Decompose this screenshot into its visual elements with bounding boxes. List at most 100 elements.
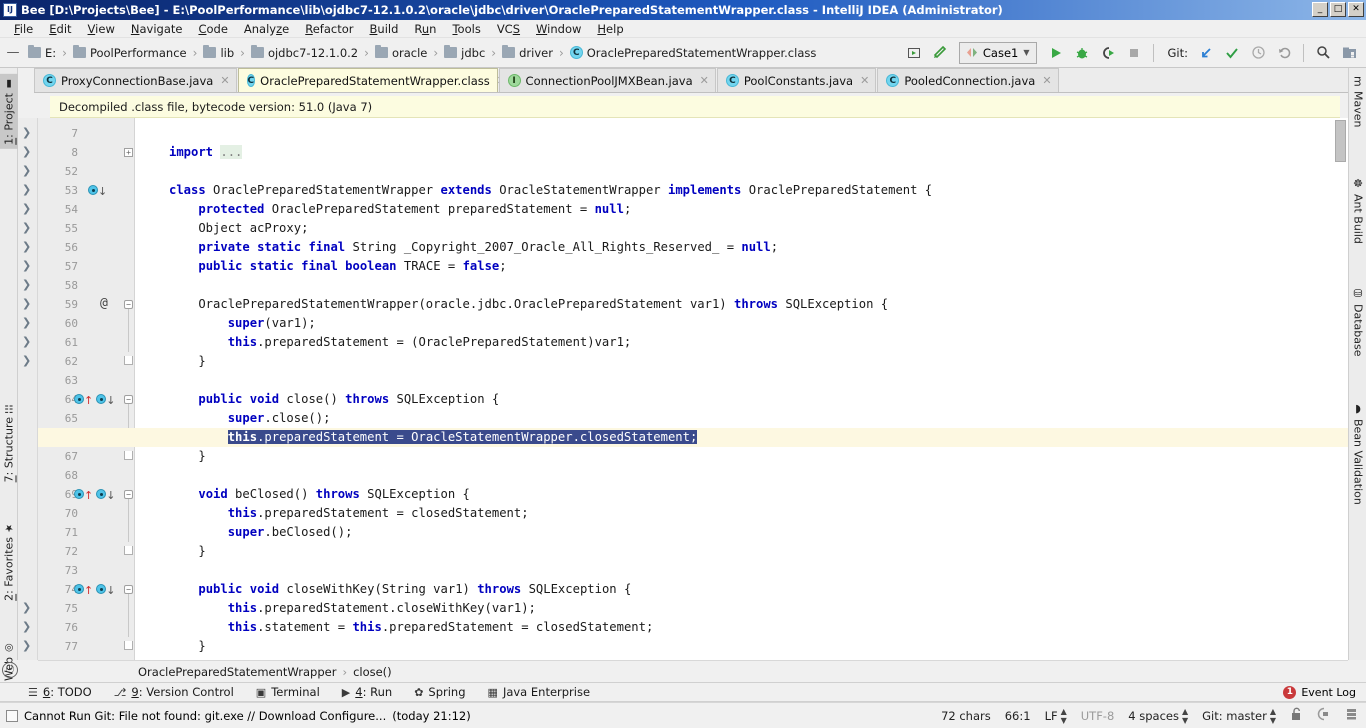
build-hammer-icon[interactable] bbox=[929, 42, 951, 64]
code-breadcrumb-method[interactable]: close() bbox=[353, 665, 392, 679]
menu-item-code[interactable]: Code bbox=[190, 21, 235, 37]
menu-item-run[interactable]: Run bbox=[406, 21, 444, 37]
unlocked-icon[interactable] bbox=[1290, 707, 1303, 724]
code-line[interactable]: this.statement = this.preparedStatement … bbox=[169, 618, 653, 637]
code-line[interactable]: } bbox=[169, 352, 206, 371]
inspections-icon[interactable] bbox=[1317, 707, 1331, 724]
code-line[interactable]: super(var1); bbox=[169, 314, 316, 333]
project-structure-icon[interactable] bbox=[1338, 42, 1360, 64]
code-text-area[interactable]: import ...class OraclePreparedStatementW… bbox=[135, 118, 1348, 660]
close-icon[interactable]: ✕ bbox=[220, 74, 229, 87]
menu-item-file[interactable]: File bbox=[6, 21, 41, 37]
fold-region-end-icon[interactable] bbox=[124, 546, 133, 555]
event-log-button[interactable]: 1 Event Log bbox=[1283, 686, 1366, 699]
chevron-right-icon[interactable]: ❯ bbox=[22, 146, 34, 158]
chevron-right-icon[interactable]: ❯ bbox=[22, 184, 34, 196]
overriding-method-icon[interactable]: ↑↓ bbox=[74, 394, 115, 407]
code-line[interactable]: protected OraclePreparedStatement prepar… bbox=[169, 200, 631, 219]
code-line[interactable]: this.preparedStatement = OracleStatement… bbox=[169, 428, 697, 447]
chevron-right-icon[interactable]: ❯ bbox=[22, 317, 34, 329]
code-editor[interactable]: 78+5253↓545556575859@−6061626364↑↓−65666… bbox=[38, 118, 1348, 660]
menu-item-refactor[interactable]: Refactor bbox=[297, 21, 361, 37]
chevron-right-icon[interactable]: ❯ bbox=[22, 203, 34, 215]
stop-button[interactable] bbox=[1123, 42, 1145, 64]
close-icon[interactable]: ✕ bbox=[700, 74, 709, 87]
run-button[interactable] bbox=[1045, 42, 1067, 64]
status-line-separator[interactable]: LF ▲▼ bbox=[1045, 707, 1067, 725]
breadcrumb-item-2[interactable]: lib bbox=[201, 42, 236, 64]
collapse-all-icon[interactable]: — bbox=[0, 45, 26, 60]
code-line[interactable]: this.preparedStatement = (OraclePrepared… bbox=[169, 333, 631, 352]
code-line[interactable]: public static final boolean TRACE = fals… bbox=[169, 257, 507, 276]
overriding-method-icon[interactable]: ↑↓ bbox=[74, 584, 115, 597]
menu-item-navigate[interactable]: Navigate bbox=[123, 21, 191, 37]
search-icon[interactable] bbox=[1312, 42, 1334, 64]
close-button[interactable]: ✕ bbox=[1348, 2, 1364, 17]
close-icon[interactable]: ✕ bbox=[1042, 74, 1051, 87]
open-in-terminal-icon[interactable] bbox=[903, 42, 925, 64]
chevron-right-icon[interactable]: ❯ bbox=[22, 127, 34, 139]
git-rollback-icon[interactable] bbox=[1273, 42, 1295, 64]
breadcrumb-item-3[interactable]: ojdbc7-12.1.0.2 bbox=[249, 42, 360, 64]
chevron-right-icon[interactable]: ❯ bbox=[22, 260, 34, 272]
status-encoding[interactable]: UTF-8 bbox=[1081, 709, 1115, 723]
status-message-area[interactable]: Cannot Run Git: File not found: git.exe … bbox=[0, 709, 471, 723]
fold-region-end-icon[interactable] bbox=[124, 451, 133, 460]
code-line[interactable]: this.preparedStatement.closeWithKey(var1… bbox=[169, 599, 536, 618]
bottom-tool-tab-java-enterprise[interactable]: ▦Java Enterprise bbox=[488, 685, 591, 699]
right-tool-tab-maven[interactable]: mMaven bbox=[1349, 72, 1366, 131]
status-message-text[interactable]: Cannot Run Git: File not found: git.exe … bbox=[24, 709, 386, 723]
fold-region-end-icon[interactable] bbox=[124, 641, 133, 650]
status-caret-position[interactable]: 66:1 bbox=[1005, 709, 1031, 723]
editor-tab-0[interactable]: CProxyConnectionBase.java✕ bbox=[34, 68, 237, 92]
fold-region-end-icon[interactable] bbox=[124, 356, 133, 365]
git-update-project-icon[interactable] bbox=[1195, 42, 1217, 64]
chevron-right-icon[interactable]: ❯ bbox=[22, 241, 34, 253]
annotation-gutter-icon[interactable]: @ bbox=[100, 296, 108, 311]
editor-tab-3[interactable]: CPoolConstants.java✕ bbox=[717, 68, 876, 92]
overriding-method-icon[interactable]: ↑↓ bbox=[74, 489, 115, 502]
chevron-right-icon[interactable]: ❯ bbox=[22, 222, 34, 234]
fold-collapse-icon[interactable]: − bbox=[124, 585, 133, 594]
debug-button[interactable] bbox=[1071, 42, 1093, 64]
editor-tab-1[interactable]: COraclePreparedStatementWrapper.class✕ bbox=[238, 68, 498, 92]
code-breadcrumb-class[interactable]: OraclePreparedStatementWrapper bbox=[138, 665, 336, 679]
menu-item-help[interactable]: Help bbox=[589, 21, 631, 37]
right-tool-tab-bean-validation[interactable]: ◗Bean Validation bbox=[1349, 398, 1366, 509]
chevron-down-icon[interactable]: ▼ bbox=[1023, 48, 1029, 57]
code-line[interactable]: this.preparedStatement = closedStatement… bbox=[169, 504, 529, 523]
code-line[interactable]: super.close(); bbox=[169, 409, 330, 428]
menu-item-view[interactable]: View bbox=[80, 21, 123, 37]
breadcrumb-item-6[interactable]: driver bbox=[500, 42, 555, 64]
web-preview-icon[interactable]: ☉ bbox=[2, 662, 18, 678]
menu-item-window[interactable]: Window bbox=[528, 21, 589, 37]
close-icon[interactable]: ✕ bbox=[860, 74, 869, 87]
fold-collapse-icon[interactable]: − bbox=[124, 300, 133, 309]
implemented-method-icon[interactable]: ↓ bbox=[88, 185, 107, 198]
code-line[interactable]: void beClosed() throws SQLException { bbox=[169, 485, 470, 504]
run-with-coverage-button[interactable] bbox=[1097, 42, 1119, 64]
bottom-tool-tab-6-todo[interactable]: ☰6: TODO bbox=[28, 685, 92, 699]
bottom-tool-tab-spring[interactable]: ✿Spring bbox=[414, 685, 465, 699]
code-line[interactable]: public void close() throws SQLException … bbox=[169, 390, 499, 409]
breadcrumb-item-0[interactable]: E: bbox=[26, 42, 58, 64]
breadcrumb-item-5[interactable]: jdbc bbox=[442, 42, 487, 64]
chevron-right-icon[interactable]: ❯ bbox=[22, 336, 34, 348]
code-line[interactable]: } bbox=[169, 542, 206, 561]
git-commit-icon[interactable] bbox=[1221, 42, 1243, 64]
code-line[interactable]: class OraclePreparedStatementWrapper ext… bbox=[169, 181, 932, 200]
left-tool-tab-2-favorites[interactable]: 2: Favorites★ bbox=[0, 518, 18, 605]
fold-expand-icon[interactable]: + bbox=[124, 148, 133, 157]
breadcrumb-item-7[interactable]: COraclePreparedStatementWrapper.class bbox=[568, 42, 819, 64]
git-history-icon[interactable] bbox=[1247, 42, 1269, 64]
right-tool-tab-database[interactable]: ⛁Database bbox=[1349, 283, 1366, 361]
code-line[interactable]: super.beClosed(); bbox=[169, 523, 352, 542]
minimize-button[interactable]: _ bbox=[1312, 2, 1328, 17]
bottom-tool-tab-terminal[interactable]: ▣Terminal bbox=[256, 685, 320, 699]
menu-item-edit[interactable]: Edit bbox=[41, 21, 79, 37]
left-tool-tab-7-structure[interactable]: 7: Structure☷ bbox=[0, 398, 18, 486]
code-line[interactable]: OraclePreparedStatementWrapper(oracle.jd… bbox=[169, 295, 888, 314]
menu-item-tools[interactable]: Tools bbox=[444, 21, 488, 37]
bottom-tool-tab-9-version-control[interactable]: ⎇9: Version Control bbox=[114, 685, 234, 699]
code-line[interactable]: } bbox=[169, 637, 206, 656]
